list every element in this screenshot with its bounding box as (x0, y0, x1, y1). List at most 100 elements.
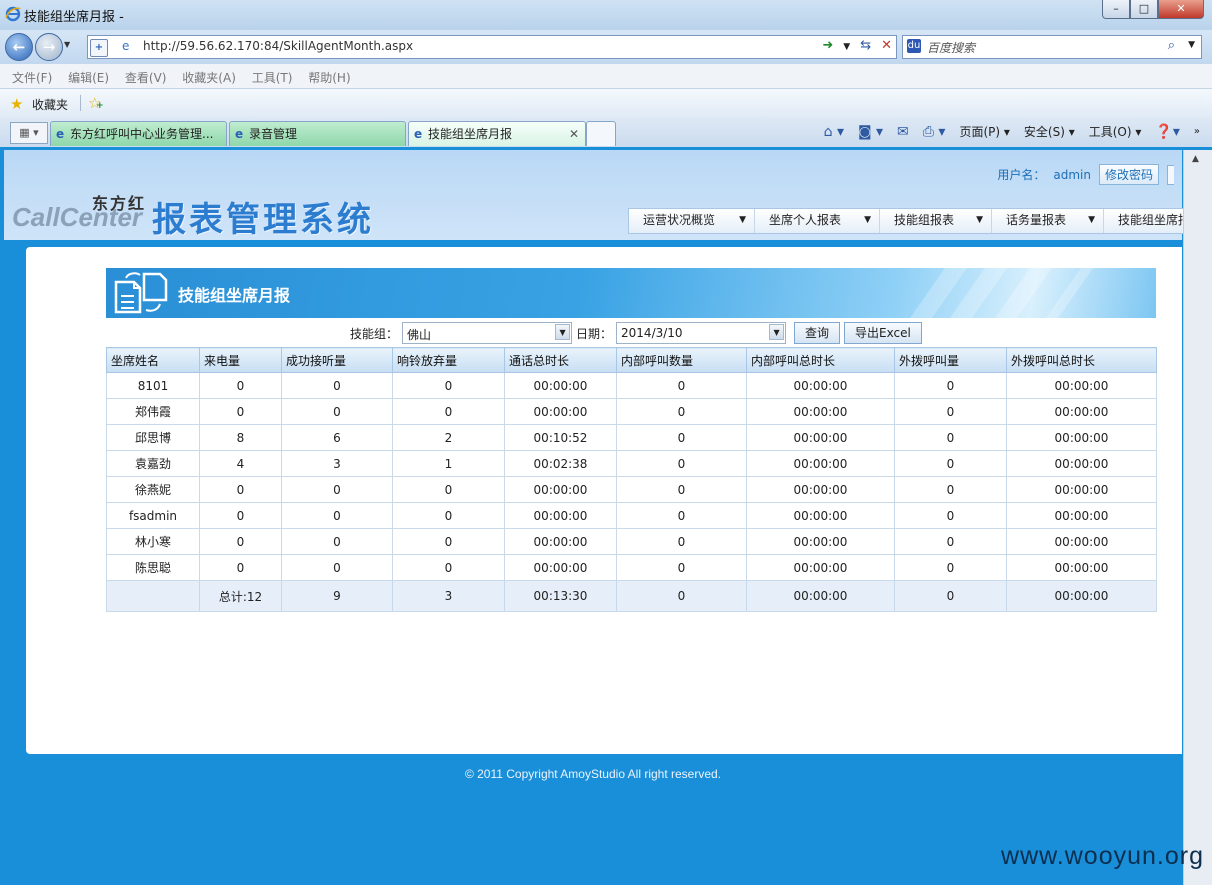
change-password-button[interactable]: 修改密码 (1098, 164, 1159, 185)
favorites-star-icon[interactable]: ★ (10, 95, 23, 113)
table-cell: 00:00:00 (504, 372, 617, 399)
forward-button[interactable]: → (35, 33, 63, 61)
compat-view-icon[interactable]: + (90, 39, 108, 57)
menu-file[interactable]: 文件(F) (12, 69, 52, 86)
menu-view[interactable]: 查看(V) (125, 69, 167, 86)
tab-callcenter[interactable]: e 东方红呼叫中心业务管理... (50, 121, 227, 146)
table-header-row: 坐席姓名 来电量 成功接听量 响铃放弃量 通话总时长 内部呼叫数量 内部呼叫总时… (106, 347, 1157, 373)
close-tab-icon[interactable]: ✕ (569, 122, 579, 146)
table-cell: 0 (392, 502, 505, 529)
ie-tab-icon: e (235, 127, 244, 141)
table-cell: 0 (199, 372, 282, 399)
nav-skill-group-report[interactable]: 技能组报表 ▼ (880, 209, 992, 233)
stop-icon[interactable]: ✕ (881, 38, 892, 56)
menu-safety[interactable]: 安全(S) ▾ (1024, 123, 1075, 140)
column-header[interactable]: 外拨呼叫量 (894, 347, 1007, 373)
refresh-icon[interactable]: ⇆ (860, 38, 871, 56)
table-cell: 00:00:00 (746, 424, 895, 451)
url-dropdown-icon[interactable]: ▼ (843, 38, 850, 56)
table-row: 邱思博 8 6 2 00:10:52 0 00:00:00 0 00:00:00 (106, 424, 1157, 451)
table-row: 袁嘉劲 4 3 1 00:02:38 0 00:00:00 0 00:00:00 (106, 450, 1157, 477)
menu-page[interactable]: 页面(P) ▾ (959, 123, 1009, 140)
favorites-button[interactable]: 收藏夹 (32, 96, 68, 113)
export-excel-button[interactable]: 导出Excel (844, 322, 922, 344)
content-panel: 技能组坐席月报 技能组： 佛山 ▼ 日期： 2014/3/10 ▼ 查询 导出E… (26, 247, 1182, 754)
new-tab-button[interactable] (586, 121, 616, 146)
date-select[interactable]: 2014/3/10 ▼ (616, 322, 787, 344)
logo-callcenter: CallCenter (12, 202, 143, 232)
tab-skill-agent-month[interactable]: e 技能组坐席月报 ✕ (408, 121, 586, 146)
column-header[interactable]: 来电量 (199, 347, 282, 373)
table-cell: 袁嘉劲 (106, 450, 200, 477)
feeds-icon[interactable]: ◙ ▾ (858, 124, 883, 140)
quick-tabs-icon[interactable]: ▦ ▾ (10, 122, 48, 144)
column-header[interactable]: 内部呼叫数量 (616, 347, 747, 373)
total-cell: 总计:12 (199, 580, 282, 612)
search-dropdown-icon[interactable]: ▼ (1188, 40, 1195, 50)
column-header[interactable]: 坐席姓名 (106, 347, 200, 373)
nav-agent-report[interactable]: 坐席个人报表 ▼ (755, 209, 880, 233)
address-toolbar: ← → ▼ + e http://59.56.62.170:84/SkillAg… (0, 30, 1212, 64)
query-button[interactable]: 查询 (794, 322, 841, 344)
table-cell: 0 (392, 372, 505, 399)
total-cell (106, 580, 200, 612)
menu-tools-cmd[interactable]: 工具(O) ▾ (1089, 123, 1142, 140)
maximize-button[interactable]: □ (1130, 0, 1158, 19)
table-total-row: 总计:12 9 3 00:13:30 0 00:00:00 0 00:00:00 (106, 580, 1157, 612)
close-window-button[interactable]: ✕ (1158, 0, 1204, 19)
menu-edit[interactable]: 编辑(E) (68, 69, 109, 86)
table-cell: 00:00:00 (504, 476, 617, 503)
page-icon: e (122, 39, 130, 53)
menu-favorites[interactable]: 收藏夹(A) (182, 69, 236, 86)
table-cell: 00:00:00 (1006, 450, 1157, 477)
user-bar: 用户名： admin 修改密码 (997, 164, 1174, 185)
chevron-more-icon[interactable]: » (1194, 126, 1200, 137)
nav-operations-overview[interactable]: 运营状况概览 ▼ (629, 209, 755, 233)
search-box[interactable]: du 百度搜索 ⌕ ▼ (902, 35, 1202, 59)
tab-recording[interactable]: e 录音管理 (229, 121, 406, 146)
compatibility-icon[interactable]: ➜ (822, 38, 833, 56)
skill-group-select[interactable]: 佛山 ▼ (402, 322, 573, 344)
mail-icon[interactable]: ✉ (897, 124, 909, 140)
nav-traffic-report[interactable]: 话务量报表 ▼ (992, 209, 1104, 233)
table-cell: 邱思博 (106, 424, 200, 451)
print-icon[interactable]: ⎙ ▾ (923, 124, 946, 140)
table-cell: 00:00:00 (1006, 554, 1157, 581)
table-cell: 00:00:00 (746, 476, 895, 503)
home-icon[interactable]: ⌂ ▾ (824, 124, 844, 140)
minimize-button[interactable]: – (1102, 0, 1130, 19)
address-field[interactable]: + e http://59.56.62.170:84/SkillAgentMon… (87, 35, 897, 59)
column-header[interactable]: 外拨呼叫总时长 (1006, 347, 1157, 373)
scroll-up-icon[interactable]: ▲ (1192, 154, 1199, 164)
back-button[interactable]: ← (5, 33, 33, 61)
copyright-footer: © 2011 Copyright AmoyStudio All right re… (464, 767, 722, 781)
column-header[interactable]: 成功接听量 (281, 347, 393, 373)
table-cell: 00:00:00 (504, 502, 617, 529)
column-header[interactable]: 内部呼叫总时长 (746, 347, 895, 373)
table-cell: 00:00:00 (504, 528, 617, 555)
table-cell: 0 (616, 424, 747, 451)
menu-bar: 文件(F) 编辑(E) 查看(V) 收藏夹(A) 工具(T) 帮助(H) (0, 64, 1212, 89)
vertical-scrollbar[interactable]: ▲ (1183, 150, 1212, 885)
column-header[interactable]: 通话总时长 (504, 347, 617, 373)
total-cell: 00:13:30 (504, 580, 617, 612)
table-cell: fsadmin (106, 502, 200, 529)
column-header[interactable]: 响铃放弃量 (392, 347, 505, 373)
menu-help[interactable]: 帮助(H) (308, 69, 350, 86)
chevron-down-icon[interactable]: ▼ (555, 324, 571, 340)
table-cell: 0 (199, 554, 282, 581)
url-text[interactable]: http://59.56.62.170:84/SkillAgentMonth.a… (143, 39, 413, 53)
chevron-down-icon[interactable]: ▼ (769, 324, 785, 340)
table-cell: 0 (894, 528, 1007, 555)
logout-button[interactable] (1167, 164, 1174, 185)
menu-tools[interactable]: 工具(T) (252, 69, 293, 86)
help-icon[interactable]: ❓▾ (1155, 124, 1179, 140)
nav-skill-agent-report[interactable]: 技能组坐席报 (1104, 209, 1183, 233)
tab-bar: ▦ ▾ e 东方红呼叫中心业务管理... e 录音管理 e 技能组坐席月报 ✕ ⌂ ▾… (0, 117, 1212, 147)
search-placeholder[interactable]: 百度搜索 (927, 39, 975, 56)
filter-bar: 技能组： 佛山 ▼ 日期： 2014/3/10 ▼ 查询 导出Excel (350, 321, 922, 345)
tab-label: 录音管理 (249, 127, 298, 141)
search-icon[interactable]: ⌕ (1168, 38, 1175, 53)
history-dropdown-icon[interactable]: ▼ (64, 40, 70, 49)
table-cell: 8 (199, 424, 282, 451)
